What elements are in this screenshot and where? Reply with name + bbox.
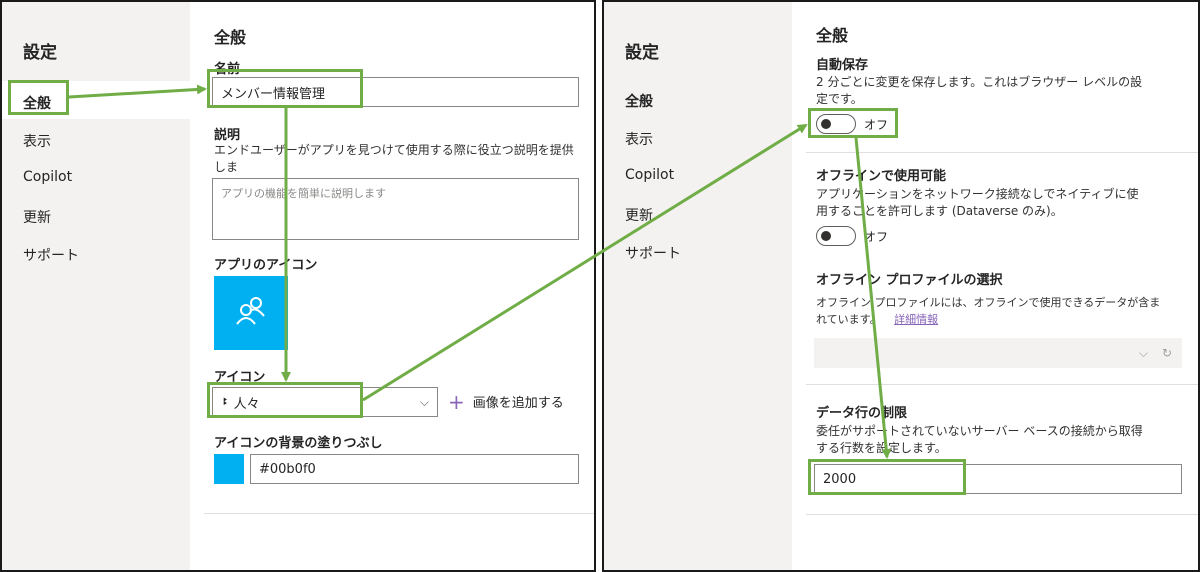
app-icon-preview — [214, 276, 288, 350]
add-image-label: 画像を追加する — [472, 396, 564, 411]
offline-toggle-text: オフ — [864, 230, 889, 244]
offline-desc: アプリケーションをネットワーク接続なしでネイティブに使 用することを許可します … — [816, 186, 1186, 220]
autosave-desc: 2 分ごとに変更を保存します。これはブラウザー レベルの設 定です。 — [816, 74, 1186, 108]
offline-profile-desc: オフライン プロファイルには、オフラインで使用できるデータが含ま れています。 … — [816, 294, 1186, 328]
color-hex-value: #00b0f0 — [259, 461, 316, 477]
learn-more-link[interactable]: 詳細情報 — [894, 313, 938, 326]
refresh-icon: ↻ — [1161, 346, 1172, 360]
people-icon — [236, 297, 265, 325]
description-help-line1: エンドユーザーがアプリを見つけて使用する際に役立つ説明を提供しま — [214, 143, 574, 174]
highlight-general — [8, 80, 69, 115]
offline-label: オフラインで使用可能 — [816, 169, 947, 184]
nav-item-copilot[interactable]: Copilot — [23, 169, 72, 185]
toggle-knob-2 — [821, 231, 831, 241]
autosave-desc-line2: 定です。 — [816, 92, 863, 106]
settings-title: 設定 — [23, 43, 57, 63]
offline-desc-line2: 用することを許可します (Dataverse のみ)。 — [816, 204, 1063, 218]
nav-item-display[interactable]: 表示 — [23, 131, 51, 151]
description-label: 説明 — [214, 128, 241, 143]
settings-nav-2: 設定 全般 表示 Copilot 更新 サポート — [604, 2, 792, 570]
divider-3 — [806, 514, 1198, 515]
color-hex-input[interactable]: #00b0f0 — [250, 454, 579, 484]
highlight-row-limit — [808, 459, 966, 495]
chevron-down-icon: ⌵ — [419, 394, 429, 409]
nav-item-general-2[interactable]: 全般 — [625, 91, 653, 111]
chevron-down-icon-2: ⌵ — [1138, 345, 1148, 360]
autosave-desc-line1: 2 分ごとに変更を保存します。これはブラウザー レベルの設 — [816, 75, 1143, 89]
divider-2 — [806, 384, 1198, 385]
offline-toggle[interactable] — [816, 226, 856, 246]
settings-title-2: 設定 — [625, 43, 659, 63]
row-limit-label: データ行の制限 — [816, 406, 908, 421]
nav-item-support-2[interactable]: サポート — [625, 243, 681, 263]
offline-profile-desc-line2: れています。 — [816, 313, 881, 326]
offline-profile-label: オフライン プロファイルの選択 — [816, 273, 1003, 288]
highlight-autosave-toggle — [808, 108, 898, 138]
plus-icon: + — [448, 389, 465, 414]
nav-item-update[interactable]: 更新 — [23, 207, 51, 227]
highlight-icon-dropdown — [207, 382, 363, 418]
offline-profile-dropdown[interactable]: ⌵ ↻ — [814, 338, 1182, 368]
bg-fill-label: アイコンの背景の塗りつぶし — [214, 436, 383, 451]
description-placeholder: アプリの機能を簡単に説明します — [221, 187, 386, 200]
page-title: 全般 — [214, 28, 247, 47]
offline-profile-desc-line1: オフライン プロファイルには、オフラインで使用できるデータが含ま — [816, 296, 1161, 309]
divider — [204, 513, 594, 514]
divider-1 — [806, 152, 1198, 153]
highlight-name-input — [207, 69, 363, 108]
color-swatch[interactable] — [214, 454, 244, 484]
nav-item-support[interactable]: サポート — [23, 245, 79, 265]
add-image-button[interactable]: + 画像を追加する — [448, 389, 564, 414]
nav-item-copilot-2[interactable]: Copilot — [625, 167, 674, 183]
offline-desc-line1: アプリケーションをネットワーク接続なしでネイティブに使 — [816, 187, 1139, 201]
row-limit-desc-line2: する行数を設定します。 — [816, 441, 947, 455]
row-limit-desc-line1: 委任がサポートされていないサーバー ベースの接続から取得 — [816, 424, 1143, 438]
description-textarea[interactable]: アプリの機能を簡単に説明します — [212, 178, 579, 240]
nav-item-display-2[interactable]: 表示 — [625, 129, 653, 149]
autosave-label: 自動保存 — [816, 58, 869, 73]
row-limit-desc: 委任がサポートされていないサーバー ベースの接続から取得 する行数を設定します。 — [816, 423, 1186, 457]
nav-item-update-2[interactable]: 更新 — [625, 205, 653, 225]
app-icon-label: アプリのアイコン — [214, 258, 318, 273]
page-title-2: 全般 — [816, 26, 849, 45]
